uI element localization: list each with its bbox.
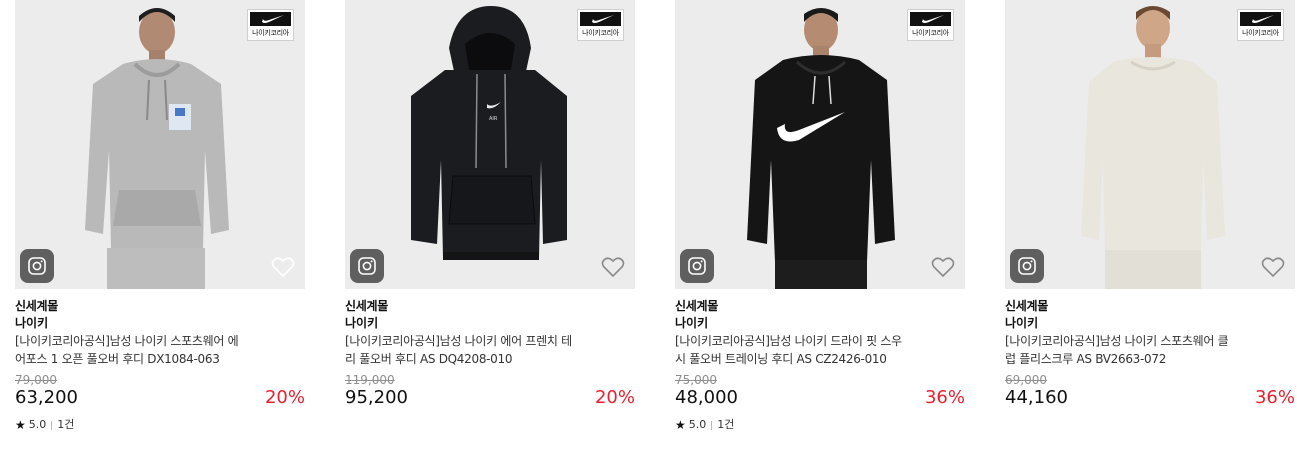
product-image[interactable]: 나이키코리아	[15, 0, 305, 289]
rating: ★ 5.0 1건	[15, 417, 74, 433]
title-line: [나이키코리아공식]남성 나이키 에어 프렌치 테	[345, 334, 572, 348]
title-line: [나이키코리아공식]남성 나이키 스포츠웨어 에	[15, 334, 239, 348]
original-price: 79,000	[15, 373, 57, 387]
mall-name: 신세계몰	[345, 299, 388, 313]
product-photo	[1081, 6, 1225, 289]
sale-price: 95,200	[345, 387, 408, 408]
rating-score: 5.0	[688, 418, 707, 431]
svg-text:AIR: AIR	[489, 116, 498, 122]
rating: ★ 5.0 1건	[675, 417, 734, 433]
product-card[interactable]: 나이키코리아 신세계몰 나이키 [나이키코리아공식]남성 나이키 스포츠웨어 클…	[1005, 0, 1295, 408]
nike-swoosh-icon	[1252, 15, 1274, 23]
title-line: [나이키코리아공식]남성 나이키 드라이 핏 스우	[675, 334, 902, 348]
divider	[51, 420, 53, 430]
title-line: 리 풀오버 후디 AS DQ4208-010	[345, 352, 513, 366]
product-card[interactable]: AIR 나이키코리아 신세계몰 나이키 [나이키코리아공식]남성 나이키 에어 …	[345, 0, 635, 408]
brand-badge: 나이키코리아	[907, 9, 954, 41]
instagram-button[interactable]	[20, 249, 54, 283]
brand-badge: 나이키코리아	[577, 9, 624, 41]
title-line: 럽 플리스크루 AS BV2663-072	[1005, 352, 1167, 366]
title-line: 시 풀오버 트레이닝 후디 AS CZ2426-010	[675, 352, 887, 366]
heart-icon[interactable]	[931, 256, 955, 278]
sale-price: 48,000	[675, 387, 738, 408]
review-count: 1건	[717, 418, 735, 431]
heart-icon[interactable]	[271, 256, 295, 278]
product-image[interactable]: AIR 나이키코리아	[345, 0, 635, 289]
instagram-button[interactable]	[680, 249, 714, 283]
instagram-button[interactable]	[1010, 249, 1044, 283]
brand-badge: 나이키코리아	[1237, 9, 1284, 41]
original-price: 75,000	[675, 373, 717, 387]
heart-icon[interactable]	[601, 256, 625, 278]
nike-swoosh-icon	[592, 15, 614, 23]
product-title[interactable]: [나이키코리아공식]남성 나이키 스포츠웨어 에 어포스 1 오픈 풀오버 후디…	[15, 332, 277, 368]
brand-badge: 나이키코리아	[247, 9, 294, 41]
product-image[interactable]: 나이키코리아	[1005, 0, 1295, 289]
sale-price: 63,200	[15, 387, 78, 408]
discount-rate: 36%	[1254, 387, 1295, 408]
brand-name: 나이키	[675, 316, 709, 330]
badge-text: 나이키코리아	[1242, 29, 1279, 37]
heart-icon[interactable]	[1261, 256, 1285, 278]
mall-name: 신세계몰	[1005, 299, 1048, 313]
title-line: [나이키코리아공식]남성 나이키 스포츠웨어 클	[1005, 334, 1229, 348]
nike-swoosh-icon	[262, 15, 284, 23]
product-title[interactable]: [나이키코리아공식]남성 나이키 드라이 핏 스우 시 풀오버 트레이닝 후디 …	[675, 332, 937, 368]
mall-name: 신세계몰	[15, 299, 58, 313]
discount-rate: 20%	[594, 387, 635, 408]
product-photo: AIR	[411, 6, 567, 260]
product-title[interactable]: [나이키코리아공식]남성 나이키 스포츠웨어 클 럽 플리스크루 AS BV26…	[1005, 332, 1267, 368]
instagram-button[interactable]	[350, 249, 384, 283]
instagram-icon	[688, 257, 706, 275]
brand-name: 나이키	[15, 316, 49, 330]
original-price: 69,000	[1005, 373, 1047, 387]
badge-text: 나이키코리아	[582, 29, 619, 37]
discount-rate: 36%	[924, 387, 965, 408]
product-image[interactable]: 나이키코리아	[675, 0, 965, 289]
instagram-icon	[358, 257, 376, 275]
product-photo	[85, 8, 229, 289]
instagram-icon	[1018, 257, 1036, 275]
original-price: 119,000	[345, 373, 395, 387]
instagram-icon	[28, 257, 46, 275]
product-title[interactable]: [나이키코리아공식]남성 나이키 에어 프렌치 테 리 풀오버 후디 AS DQ…	[345, 332, 607, 368]
star-icon: ★	[15, 418, 26, 432]
brand-name: 나이키	[345, 316, 379, 330]
product-card[interactable]: 나이키코리아 신세계몰 나이키 [나이키코리아공식]남성 나이키 드라이 핏 스…	[675, 0, 965, 432]
title-line: 어포스 1 오픈 풀오버 후디 DX1084-063	[15, 352, 220, 366]
discount-rate: 20%	[264, 387, 305, 408]
divider	[711, 420, 713, 430]
star-icon: ★	[675, 418, 686, 432]
badge-text: 나이키코리아	[912, 29, 949, 37]
mall-name: 신세계몰	[675, 299, 718, 313]
product-photo	[747, 8, 895, 289]
sale-price: 44,160	[1005, 387, 1068, 408]
brand-name: 나이키	[1005, 316, 1039, 330]
review-count: 1건	[57, 418, 75, 431]
rating-score: 5.0	[28, 418, 47, 431]
nike-swoosh-icon	[922, 15, 944, 23]
badge-text: 나이키코리아	[252, 29, 289, 37]
product-card[interactable]: 나이키코리아 신세계몰 나이키 [나이키코리아공식]남성 나이키 스포츠웨어 에…	[15, 0, 305, 432]
